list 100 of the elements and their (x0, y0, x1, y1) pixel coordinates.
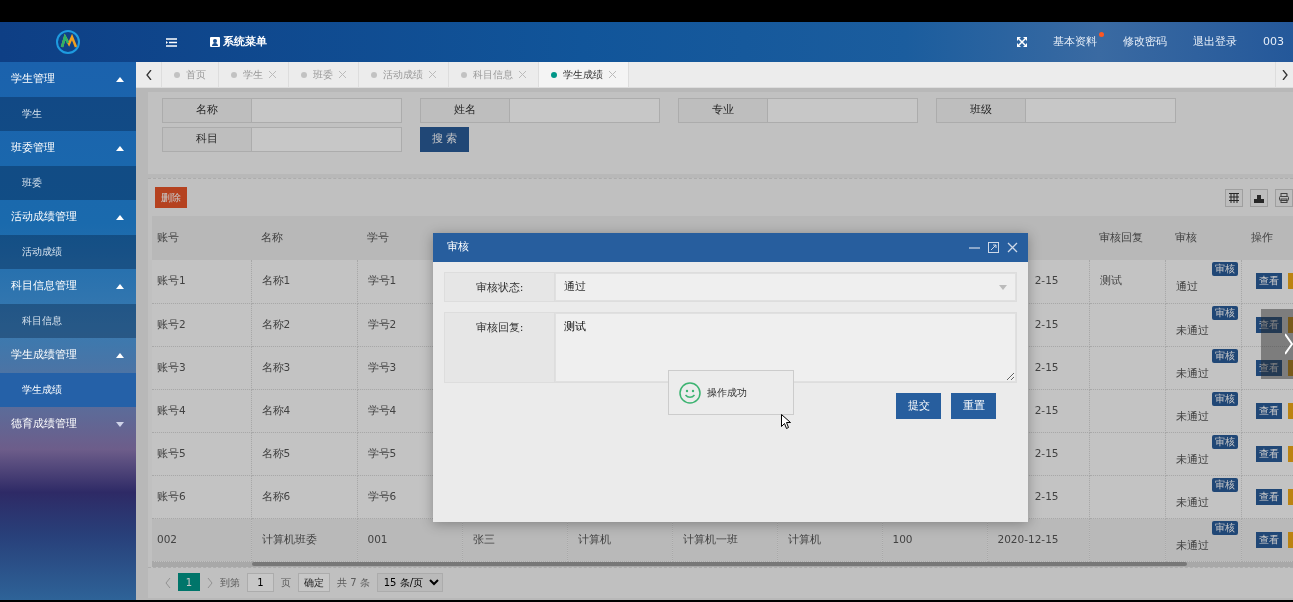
table-cell: 2-15 (1034, 446, 1059, 459)
page-number[interactable]: 1 (178, 573, 200, 591)
table-cell: 学号2 (367, 317, 397, 330)
table-cell: 测试 (1099, 274, 1122, 287)
caret-up-icon (116, 214, 124, 220)
chevron-left-icon (145, 69, 152, 80)
audit-status: 未通过 (1175, 537, 1209, 553)
sidebar-group[interactable]: 班委管理 (0, 131, 136, 166)
audit-button[interactable]: 审核 (1211, 348, 1238, 363)
print-icon (1279, 192, 1289, 203)
table-cell: 100 (892, 532, 913, 545)
table-cell: 2-15 (1034, 274, 1059, 287)
delete-button[interactable]: 删除 (155, 187, 187, 208)
menu-icon[interactable] (166, 37, 177, 47)
view-button[interactable]: 查看 (1255, 531, 1282, 548)
total-count: 共 7 条 (337, 575, 370, 590)
caret-up-icon (116, 352, 124, 358)
user-name[interactable]: 003 (1263, 33, 1284, 51)
table-cell: 名称1 (261, 274, 291, 287)
audit-status: 未通过 (1175, 408, 1209, 424)
view-button[interactable]: 查看 (1255, 488, 1282, 505)
sidebar-group[interactable]: 活动成绩管理 (0, 200, 136, 235)
column-header[interactable]: 账号 (157, 231, 179, 244)
table-cell: 账号2 (157, 317, 186, 330)
table-cell: 学号3 (367, 360, 397, 373)
cursor-icon (781, 414, 791, 429)
table-cell: 名称3 (261, 360, 291, 373)
reset-button[interactable]: 重置 (951, 393, 996, 419)
next-page-icon[interactable] (207, 577, 213, 588)
table-cell: 2-15 (1034, 489, 1059, 502)
audit-button[interactable]: 审核 (1211, 477, 1238, 492)
header-link[interactable]: 退出登录 (1193, 33, 1237, 51)
export-icon (1254, 192, 1264, 203)
smile-icon (679, 381, 701, 404)
table-cell: 账号4 (157, 403, 186, 416)
caret-up-icon (116, 145, 124, 151)
maximize-icon[interactable] (988, 242, 999, 253)
table-cell: 计算机 (787, 532, 821, 545)
sidebar-group[interactable]: 科目信息管理 (0, 269, 136, 304)
sidebar-item[interactable]: 科目信息 (0, 303, 136, 338)
table-cell: 002 (157, 532, 178, 545)
audit-button[interactable]: 审核 (1211, 262, 1238, 276)
header-link[interactable]: 基本资料 (1053, 33, 1097, 51)
user-icon (210, 37, 220, 47)
audit-button[interactable]: 审核 (1211, 305, 1238, 320)
close-icon[interactable] (1007, 242, 1018, 253)
view-button[interactable]: 查看 (1255, 445, 1282, 462)
table-cell: 计算机班委 (261, 532, 317, 545)
view-button[interactable]: 查看 (1255, 359, 1282, 376)
reply-textarea[interactable]: 测试 (555, 313, 1016, 382)
table-cell: 计算机 (577, 532, 611, 545)
table-cell: 名称5 (261, 446, 291, 459)
view-button[interactable]: 查看 (1255, 316, 1282, 333)
sidebar-item[interactable]: 班委 (0, 165, 136, 200)
grid-icon (1229, 192, 1239, 203)
page-size-select[interactable]: 15 条/页 (376, 572, 443, 592)
column-header[interactable]: 名称 (261, 231, 283, 244)
audit-button[interactable]: 审核 (1211, 434, 1238, 449)
sidebar-group[interactable]: 学生成绩管理 (0, 338, 136, 373)
status-select[interactable]: 通过 (555, 273, 1016, 301)
page-input[interactable]: 1 (247, 572, 274, 592)
table-cell: 张三 (472, 532, 495, 545)
table-cell: 学号6 (367, 489, 397, 502)
table-cell: 2-15 (1034, 360, 1059, 373)
view-button[interactable]: 查看 (1255, 402, 1282, 419)
sidebar-group[interactable]: 学生管理 (0, 62, 136, 97)
tab[interactable]: 学生成绩 (539, 62, 629, 87)
table-cell: 学号1 (367, 274, 397, 287)
prev-page-icon[interactable] (165, 577, 171, 588)
audit-status: 通过 (1175, 279, 1198, 295)
dialog-title: 审核 (447, 239, 469, 256)
view-button[interactable]: 查看 (1255, 273, 1282, 290)
fullscreen-icon[interactable] (1017, 37, 1027, 47)
menu-title[interactable]: 系统菜单 (223, 34, 267, 50)
print-button[interactable] (1275, 188, 1293, 207)
export-button[interactable] (1250, 188, 1268, 207)
sidebar-item[interactable]: 学生成绩 (0, 372, 136, 407)
search-button[interactable]: 搜 索 (420, 127, 469, 152)
header-link[interactable]: 修改密码 (1123, 33, 1167, 51)
sidebar-item[interactable]: 学生 (0, 96, 136, 131)
table-cell: 名称2 (261, 317, 291, 330)
next-arrow-button[interactable] (1261, 309, 1293, 379)
confirm-button[interactable]: 确定 (298, 572, 330, 592)
scrollbar-thumb[interactable] (252, 561, 1187, 566)
column-header[interactable]: 操作 (1251, 231, 1273, 244)
audit-button[interactable]: 审核 (1211, 391, 1238, 406)
column-header[interactable]: 审核 (1175, 231, 1197, 244)
columns-button[interactable] (1225, 188, 1243, 207)
table-cell: 学号5 (367, 446, 397, 459)
table-cell: 2-15 (1034, 403, 1059, 416)
caret-up-icon (116, 283, 124, 289)
field-label: 审核回复: (445, 313, 555, 382)
column-header[interactable]: 学号 (367, 231, 389, 244)
sidebar-group[interactable]: 德育成绩管理 (0, 407, 136, 442)
table-cell: 账号1 (157, 274, 186, 287)
column-header[interactable]: 审核回复 (1099, 231, 1143, 244)
table-cell: 学号4 (367, 403, 397, 416)
sidebar-item[interactable]: 活动成绩 (0, 234, 136, 269)
submit-button[interactable]: 提交 (896, 393, 941, 419)
audit-button[interactable]: 审核 (1211, 520, 1238, 535)
